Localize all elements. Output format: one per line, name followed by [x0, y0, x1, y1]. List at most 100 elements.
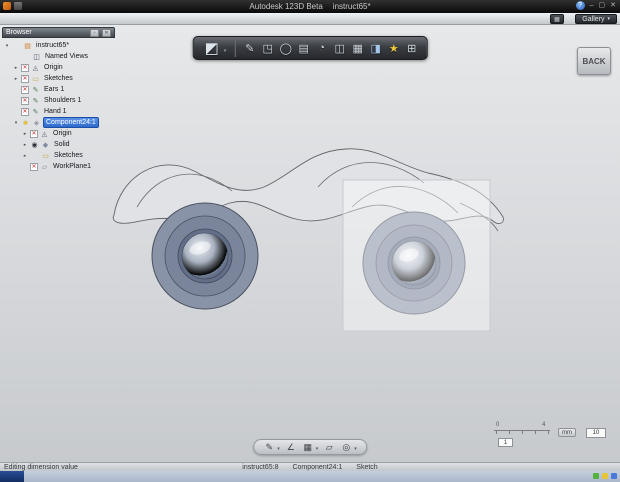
system-tray [593, 473, 617, 479]
dropdown-arrow-icon[interactable]: ▾ [316, 446, 319, 452]
camera-icon: ◫ [32, 53, 41, 61]
browser-item-named-views[interactable]: ◫Named Views [2, 51, 115, 62]
dropdown-arrow-icon[interactable]: ▾ [224, 48, 227, 54]
hidden-toggle-icon[interactable]: ✕ [30, 130, 38, 138]
help-icon[interactable]: ? [576, 1, 585, 10]
insert-star-icon[interactable]: ★ [386, 40, 401, 56]
dropdown-arrow-icon[interactable]: ▾ [277, 446, 280, 452]
hidden-toggle-icon[interactable]: ✕ [21, 108, 29, 116]
hidden-toggle-icon[interactable]: ✕ [21, 97, 29, 105]
browser-title: Browser [6, 29, 32, 36]
construction-icon[interactable]: ∠ [285, 441, 297, 453]
browser-pin-button[interactable]: ▫ [90, 29, 99, 37]
expander-icon[interactable]: ▸ [13, 76, 19, 82]
hidden-toggle-icon[interactable]: ✕ [30, 163, 38, 171]
plane-icon[interactable]: ▱ [323, 441, 335, 453]
app-title: Autodesk 123D Beta [249, 2, 322, 11]
title-bar: Autodesk 123D Beta instruct65* ? – ▢ ✕ [0, 0, 620, 13]
browser-item-ears-1[interactable]: ✕✎Ears 1 [2, 84, 115, 95]
folder-icon: ▭ [31, 75, 40, 83]
back-button[interactable]: BACK [577, 47, 611, 75]
sketch-toolbar-icons: ✎▾∠▦▾▱◎▾ [253, 439, 367, 455]
close-button[interactable]: ✕ [610, 1, 616, 10]
expander-icon[interactable]: ▸ [13, 65, 19, 71]
browser-item-label: Sketches [52, 151, 85, 160]
browser-item-workplane1[interactable]: ✕▱WorkPlane1 [2, 161, 115, 172]
menu-bar: ▦ Gallery ▾ [0, 13, 620, 25]
eye-left[interactable] [152, 203, 258, 309]
browser-item-solid[interactable]: ▸◉◆Solid [2, 139, 115, 150]
grid-snap-icon[interactable]: ▦ [302, 441, 314, 453]
pattern-icon[interactable]: ▦ [350, 40, 365, 56]
expander-icon[interactable]: ▸ [22, 131, 28, 137]
snap-grid-icon[interactable]: ⊞ [404, 40, 419, 56]
hidden-toggle-icon[interactable]: ✕ [21, 75, 29, 83]
material-icon[interactable]: ◨ [368, 40, 383, 56]
folder-icon: ▭ [41, 152, 50, 160]
sketch-icon[interactable]: ✎ [242, 40, 257, 56]
sketch-icon: ✎ [31, 97, 40, 105]
checkbox-spacer [12, 42, 21, 50]
view-cube-menu-icon[interactable]: ◩ [201, 38, 223, 58]
active-bulb-icon[interactable]: ● [21, 119, 30, 127]
expander-icon[interactable]: ▸ [22, 142, 28, 148]
snap-value-input[interactable]: 1 [498, 438, 513, 447]
tray-icon-green[interactable] [593, 473, 599, 479]
origin-icon: ◬ [40, 130, 49, 138]
dropdown-arrow-icon[interactable]: ▾ [354, 446, 357, 452]
browser-item-sketches[interactable]: ▸ ▭Sketches [2, 150, 115, 161]
grid-ruler: 0 4 1 mm 10 [494, 422, 614, 448]
browser-item-hand-1[interactable]: ✕✎Hand 1 [2, 106, 115, 117]
combine-icon[interactable]: ◫ [332, 40, 347, 56]
gallery-label: Gallery [582, 15, 604, 24]
document-icon [14, 2, 22, 10]
browser-item-label: Origin [51, 129, 74, 138]
gallery-button[interactable]: Gallery ▾ [575, 14, 617, 24]
application-window: Autodesk 123D Beta instruct65* ? – ▢ ✕ ▦… [0, 0, 620, 482]
ruler-label-start: 0 [496, 422, 499, 428]
browser-tree: ▾▤instruct65*◫Named Views▸✕◬Origin▸✕▭Ske… [2, 38, 115, 172]
status-bar: Editing dimension value instruct65:8Comp… [0, 462, 620, 471]
hidden-toggle-icon[interactable]: ✕ [21, 86, 29, 94]
document-title: instruct65* [333, 2, 371, 11]
revolve-icon[interactable]: ◔ [314, 40, 329, 56]
grid-size-input[interactable]: 10 [586, 428, 606, 438]
solid-icon: ◆ [41, 141, 50, 149]
browser-item-label: Component24:1 [43, 117, 99, 128]
browser-close-button[interactable]: ✕ [102, 29, 111, 37]
browser-item-label: Solid [52, 140, 72, 149]
browser-item-label: Ears 1 [42, 85, 66, 94]
hidden-toggle-icon[interactable]: ✕ [21, 64, 29, 72]
minimize-button[interactable]: – [590, 1, 594, 10]
expander-icon[interactable]: ▸ [22, 153, 28, 159]
browser-item-origin[interactable]: ▸✕◬Origin [2, 128, 115, 139]
selection-box [343, 180, 490, 331]
expander-icon[interactable]: ▾ [13, 120, 19, 126]
tray-icon-yellow[interactable] [602, 473, 608, 479]
start-button[interactable] [0, 471, 24, 482]
maximize-button[interactable]: ▢ [599, 1, 606, 10]
browser-item-shoulders-1[interactable]: ✕✎Shoulders 1 [2, 95, 115, 106]
main-toolbar-icons: ◩▾ ✎◳◯▤◔◫▦◨★⊞ [193, 36, 428, 60]
browser-item-origin[interactable]: ▸✕◬Origin [2, 62, 115, 73]
tray-icon-blue[interactable] [611, 473, 617, 479]
apps-button[interactable]: ▦ [550, 14, 564, 24]
extrude-icon[interactable]: ▤ [296, 40, 311, 56]
primitive-box-icon[interactable]: ◳ [260, 40, 275, 56]
browser-item-label: WorkPlane1 [51, 162, 93, 171]
os-taskbar[interactable] [0, 471, 620, 482]
orbit-icon[interactable]: ◎ [340, 441, 352, 453]
browser-item-sketches[interactable]: ▸✕▭Sketches [2, 73, 115, 84]
visible-toggle-icon[interactable]: ◉ [30, 141, 39, 149]
dimension-icon[interactable]: ✎ [263, 441, 275, 453]
browser-header[interactable]: Browser ▫ ✕ [2, 27, 115, 38]
chevron-down-icon: ▾ [607, 15, 610, 24]
expander-icon[interactable]: ▾ [4, 43, 10, 49]
checkbox-spacer [30, 152, 39, 160]
viewport[interactable]: Browser ▫ ✕ ▾▤instruct65*◫Named Views▸✕◬… [0, 25, 620, 462]
browser-item-label: Hand 1 [42, 107, 69, 116]
unit-selector[interactable]: mm [558, 428, 576, 437]
browser-item-instruct65-[interactable]: ▾▤instruct65* [2, 40, 115, 51]
browser-item-component24-1[interactable]: ▾●◈Component24:1 [2, 117, 115, 128]
sphere-icon[interactable]: ◯ [278, 40, 293, 56]
